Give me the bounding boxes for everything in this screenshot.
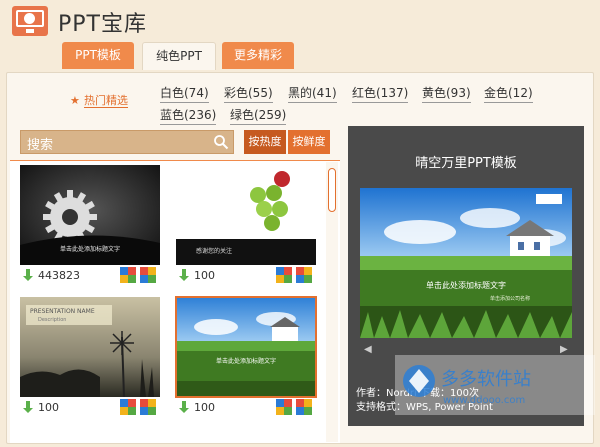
- download-icon[interactable]: [22, 269, 34, 283]
- filter-green[interactable]: 绿色(259): [230, 106, 287, 125]
- next-arrow-icon[interactable]: ▶: [560, 344, 568, 355]
- download-count: 443823: [38, 269, 80, 282]
- search-placeholder: 搜索: [27, 138, 54, 153]
- filter-white[interactable]: 白色(74): [160, 84, 209, 103]
- filter-black[interactable]: 黑的(41): [288, 84, 337, 103]
- tab-more[interactable]: 更多精彩: [222, 42, 294, 69]
- thumb-caption: PRESENTATION NAME: [30, 308, 95, 315]
- card-info-bar: 100: [176, 399, 316, 417]
- slide-title: 单击此处添加标题文字: [426, 280, 506, 290]
- thumb-caption: 单击此处添加标题文字: [216, 357, 276, 365]
- card-info-bar: 100: [176, 267, 316, 285]
- download-icon[interactable]: [22, 401, 34, 415]
- search-icon[interactable]: [213, 134, 229, 150]
- filter-yellow[interactable]: 黄色(93): [422, 84, 471, 103]
- thumb-caption: 单击此处添加标题文字: [60, 245, 120, 253]
- tab-solid-color-ppt[interactable]: 纯色PPT: [142, 42, 216, 70]
- card-info-bar: 100: [20, 399, 160, 417]
- download-icon[interactable]: [178, 401, 190, 415]
- search-input[interactable]: 搜索: [20, 130, 234, 154]
- card-info-bar: 443823: [20, 267, 160, 285]
- office-apps-icon: [120, 399, 156, 415]
- star-icon: ★: [70, 94, 80, 107]
- site-watermark: 多多软件站 www.ddooo.com: [395, 355, 595, 415]
- preview-image[interactable]: 单击此处添加标题文字 单击添加公司名称: [360, 188, 572, 338]
- office-apps-icon: [120, 267, 156, 283]
- office-apps-icon: [276, 399, 312, 415]
- scrollbar-thumb[interactable]: [328, 168, 336, 212]
- hot-picks-link[interactable]: ★ 热门精选: [70, 92, 128, 108]
- app-title: PPT宝库: [58, 12, 147, 37]
- slide-subtitle: 单击添加公司名称: [490, 295, 530, 302]
- sort-by-heat-button[interactable]: 按热度: [244, 130, 286, 154]
- template-thumbnail[interactable]: PRESENTATION NAME Description: [20, 297, 160, 397]
- tab-ppt-templates[interactable]: PPT模板: [62, 42, 134, 69]
- download-icon[interactable]: [178, 269, 190, 283]
- sort-by-fresh-button[interactable]: 按鲜度: [288, 130, 330, 154]
- template-thumbnail[interactable]: 单击此处添加标题文字: [175, 296, 317, 398]
- download-count: 100: [194, 401, 215, 414]
- watermark-text: 多多软件站: [441, 369, 531, 390]
- template-thumbnail[interactable]: 单击此处添加标题文字: [20, 165, 160, 265]
- filter-colorful[interactable]: 彩色(55): [224, 84, 273, 103]
- grid-scrollbar[interactable]: [326, 162, 338, 442]
- prev-arrow-icon[interactable]: ◀: [364, 344, 372, 355]
- watermark-url: www.ddooo.com: [443, 395, 525, 406]
- preview-title: 晴空万里PPT模板: [415, 156, 517, 171]
- download-count: 100: [38, 401, 59, 414]
- filter-gold[interactable]: 金色(12): [484, 84, 533, 103]
- filter-red[interactable]: 红色(137): [352, 84, 409, 103]
- download-count: 100: [194, 269, 215, 282]
- template-grid: 单击此处添加标题文字 443823 感谢您的关注 100 PRESENTATIO…: [10, 160, 340, 443]
- thumb-caption: 感谢您的关注: [196, 247, 232, 255]
- office-apps-icon: [276, 267, 312, 283]
- thumb-subcaption: Description: [38, 317, 66, 323]
- filter-blue[interactable]: 蓝色(236): [160, 106, 217, 125]
- template-thumbnail[interactable]: 感谢您的关注: [176, 165, 316, 265]
- ppt-logo-icon: [12, 6, 48, 36]
